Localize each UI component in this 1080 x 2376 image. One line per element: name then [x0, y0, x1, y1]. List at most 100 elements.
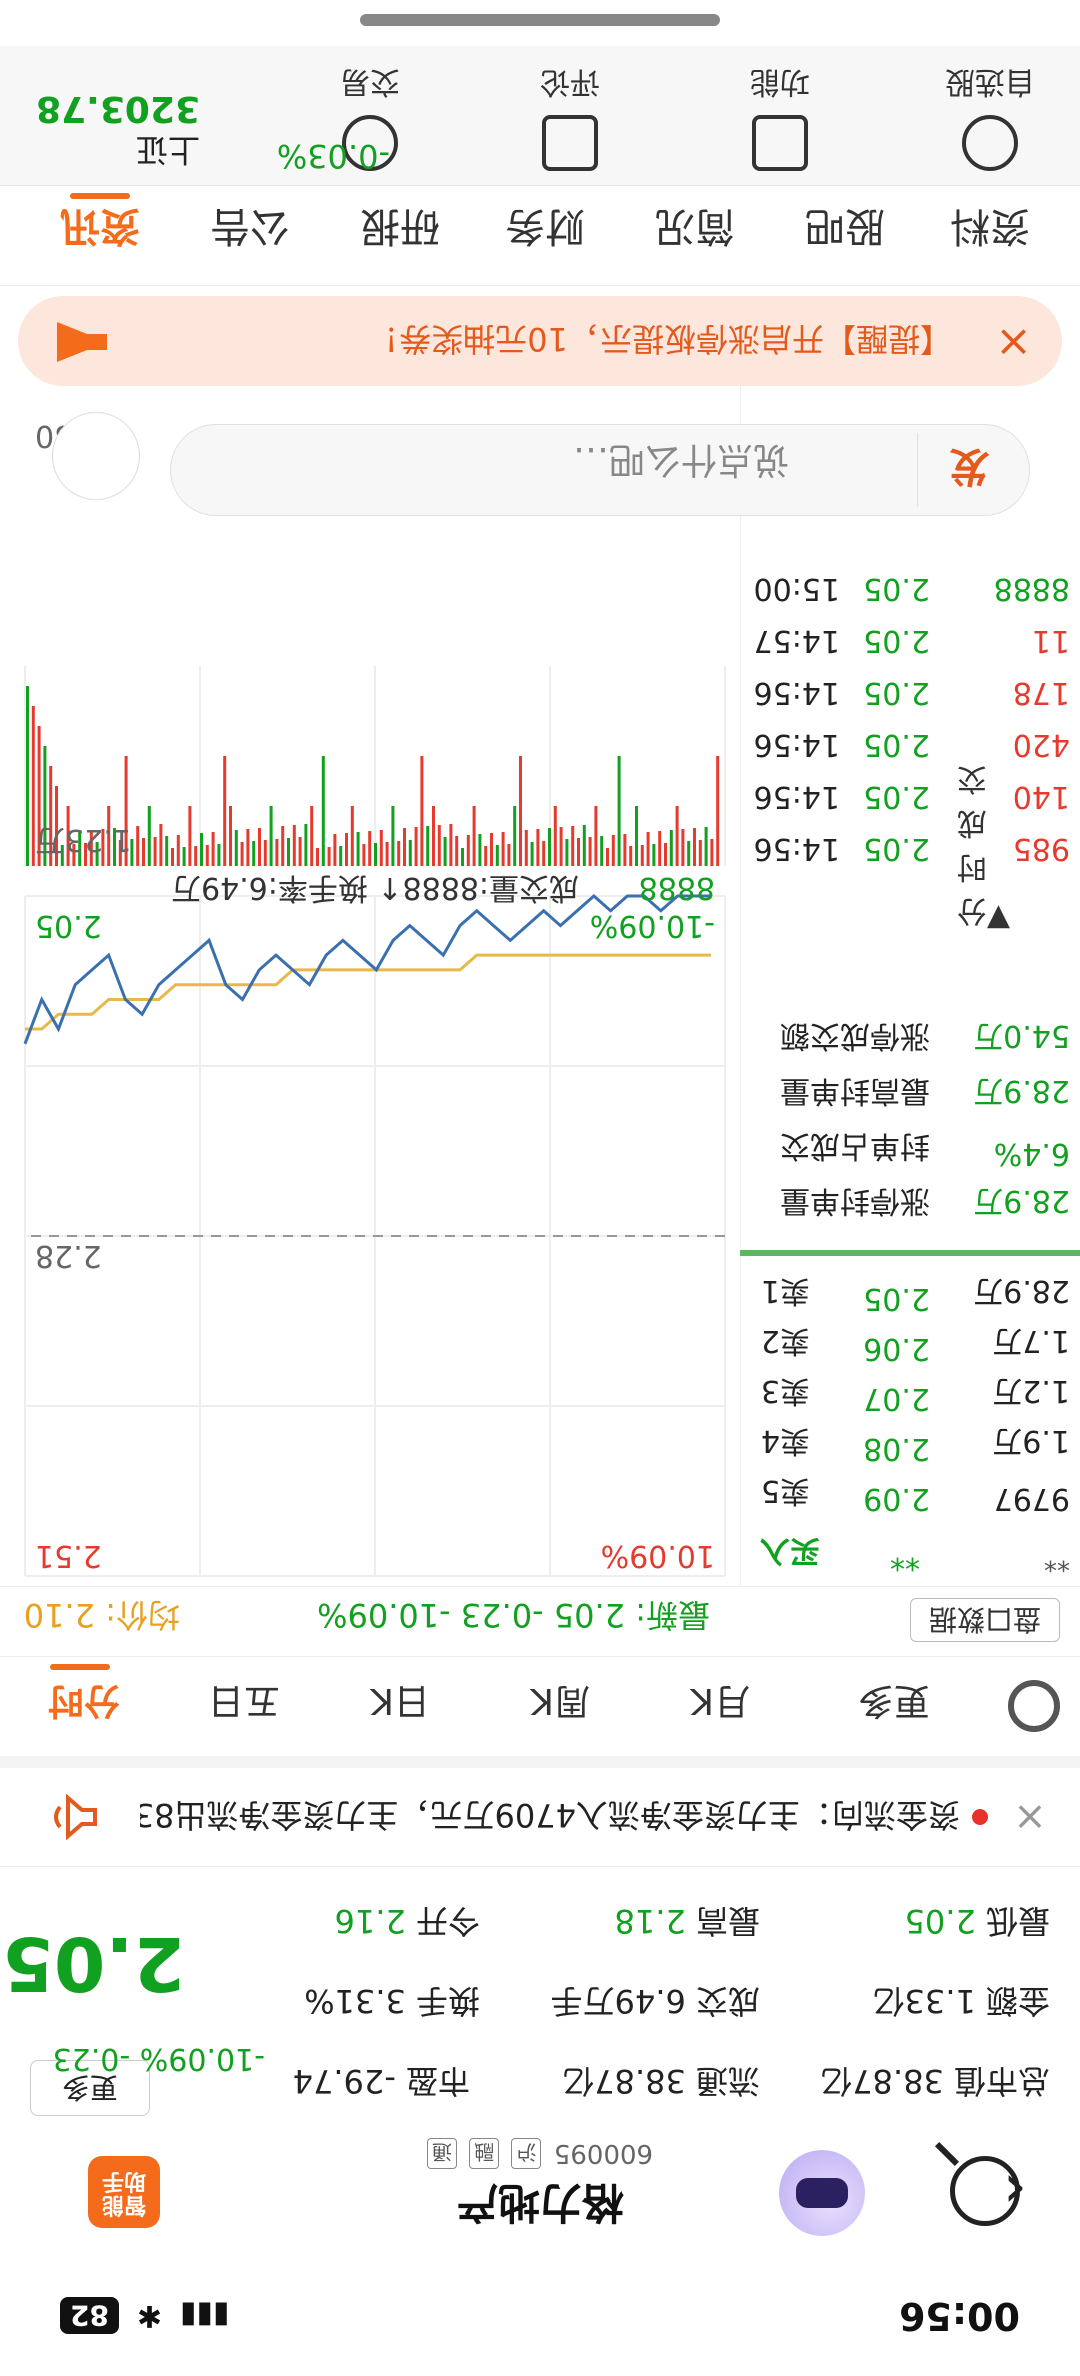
camera-icon[interactable]: [52, 412, 140, 500]
trades-header-label: ▼ 分时成交: [956, 761, 1010, 936]
volume-bar: [182, 847, 186, 866]
volume-bar: [356, 832, 360, 866]
watchlist-tool[interactable]: 自选股: [920, 63, 1060, 171]
volume-bar: [640, 845, 644, 866]
volume-label: 成交: [695, 1982, 760, 2020]
status-bar: 00:56 ▮▮▮ ✱ 82: [0, 2256, 1080, 2376]
volume-bar: [350, 806, 354, 866]
sell-label: 卖3: [760, 1373, 810, 1408]
tab-research[interactable]: 研报: [360, 201, 440, 259]
tab-overview[interactable]: 简况: [655, 201, 735, 259]
close-icon[interactable]: ×: [995, 317, 1032, 368]
gear-icon[interactable]: [1008, 1680, 1060, 1732]
y-mid-label: 2.28: [35, 1238, 102, 1273]
open-value: 2.16: [334, 1902, 406, 1940]
tab-finance[interactable]: 财务: [505, 201, 585, 259]
volume-bar: [635, 806, 638, 866]
stat-label: 最高封单量: [780, 1073, 930, 1108]
news-ticker[interactable]: × 资金流向：主力资金净流入4709万元，主力资金净流出8330万...: [0, 1756, 1080, 1866]
tab-weekly-k[interactable]: 周K: [530, 1678, 590, 1730]
tab-monthly-k[interactable]: 月K: [690, 1678, 750, 1730]
index-value: 3203.78: [36, 88, 200, 129]
tab-intraday[interactable]: 分时: [48, 1678, 120, 1730]
volume-bar: [240, 842, 244, 866]
volume-bar: [374, 843, 377, 866]
volume-bar: [565, 839, 569, 866]
volume-bar: [646, 832, 650, 866]
vol-info: 成交量:8888↑ 换手率:6.49万: [171, 870, 579, 905]
tab-profile[interactable]: 资料: [950, 201, 1030, 259]
volume-bar: [524, 830, 528, 866]
order-book-button[interactable]: 盘口数据: [910, 1598, 1060, 1642]
volume-bar: [292, 825, 296, 866]
volume-bar: [379, 830, 383, 866]
tab-forum[interactable]: 股吧: [805, 201, 885, 259]
send-button[interactable]: 发: [917, 433, 1021, 507]
title-bar: ‹ 智能 助手 格力地产 600095 沪 融 通: [0, 2126, 1080, 2256]
volume-bar: [165, 836, 169, 866]
volume-bar: [136, 826, 140, 866]
comment-input[interactable]: 发 说点什么吧…: [170, 424, 1030, 516]
volume-bar: [553, 806, 557, 866]
turnover-label: 金额: [985, 1982, 1050, 2020]
pe-value: -29.74: [292, 2062, 396, 2100]
volume-bar: [664, 843, 667, 866]
price-change-pct: -10.09%: [139, 2041, 265, 2076]
tab-news[interactable]: 资讯: [60, 201, 140, 259]
limit-stat-row: 6.4% 封单占成交: [740, 1121, 1080, 1171]
promo-alert[interactable]: × 【提醒】开启涨停板提示，10元抽奖券！: [18, 296, 1062, 386]
sell-vol: 1.2万: [992, 1373, 1070, 1408]
volume-bar: [461, 848, 464, 866]
tab-five-day[interactable]: 五日: [208, 1678, 280, 1730]
app-logo[interactable]: 智能 助手: [88, 2156, 160, 2228]
trade-price: 2.05: [863, 623, 930, 658]
volume-bar: [298, 837, 302, 866]
current-price: 2.05: [2, 1920, 185, 2006]
tab-daily-k[interactable]: 日K: [370, 1678, 430, 1730]
chart-canvas[interactable]: 10.09% 2.51 2.28 -10.09% 2.05 8888 成交量:8888↑ 换…: [15, 366, 735, 1586]
sell-label: 卖5: [760, 1473, 810, 1508]
volume-bar: [710, 839, 714, 866]
trade-price: 2.05: [863, 779, 930, 814]
trade-vol: 178: [1012, 675, 1070, 710]
volume-bar: [472, 806, 476, 866]
volume-bar: [310, 806, 314, 866]
assistant-robot-icon[interactable]: [779, 2150, 865, 2236]
more-dots-icon: [962, 115, 1018, 171]
volume-bar: [577, 838, 580, 866]
volume-bar: [495, 845, 499, 866]
trade-row: 140 2.05 14:56: [740, 764, 1080, 814]
function-tool[interactable]: 功能: [710, 63, 850, 171]
limit-stat-row: 28.9万 涨停封单量: [740, 1176, 1080, 1226]
y-bottom-label: 2.05: [35, 908, 102, 943]
tab-announcement[interactable]: 公告: [210, 201, 290, 259]
volume-bar: [484, 846, 488, 866]
volume-bar: [559, 827, 563, 866]
sell-level-row: 1.9万 2.08 卖4: [740, 1416, 1080, 1466]
limit-stat-row: 54.0万 涨停成交额: [740, 1011, 1080, 1061]
trades-header[interactable]: ▼ 分时成交: [740, 761, 1080, 936]
volume-value: 6.49万手: [550, 1982, 686, 2020]
open-label: 今开: [415, 1902, 480, 1940]
tab-more[interactable]: 更多: [858, 1678, 930, 1730]
volume-bar: [269, 806, 273, 866]
sell-price: 2.05: [863, 1281, 930, 1316]
intraday-chart[interactable]: 10.09% 2.51 2.28 -10.09% 2.05 8888 成交量:8888↑ 换…: [15, 366, 735, 1586]
sell-level-row: 9797 2.09 卖5: [740, 1466, 1080, 1516]
index-box[interactable]: 上证 3203.78 -0.03%: [10, 88, 390, 175]
search-icon[interactable]: [950, 2156, 1020, 2226]
volume-bar: [501, 832, 505, 866]
volume-bar: [443, 837, 447, 866]
volume-bar: [188, 806, 192, 866]
volume-bar: [275, 839, 279, 866]
comment-bar: 发 说点什么吧…: [0, 386, 1080, 536]
close-icon[interactable]: ×: [1000, 1794, 1060, 1840]
volume-bar: [176, 835, 180, 866]
volume-bar: [246, 829, 250, 866]
comment-tool[interactable]: 评论: [500, 63, 640, 171]
home-indicator[interactable]: [360, 14, 720, 26]
volume-bar: [403, 828, 406, 866]
volume-bar: [582, 825, 586, 866]
volume-bar: [600, 836, 604, 866]
comment-placeholder: 说点什么吧…: [572, 439, 789, 480]
